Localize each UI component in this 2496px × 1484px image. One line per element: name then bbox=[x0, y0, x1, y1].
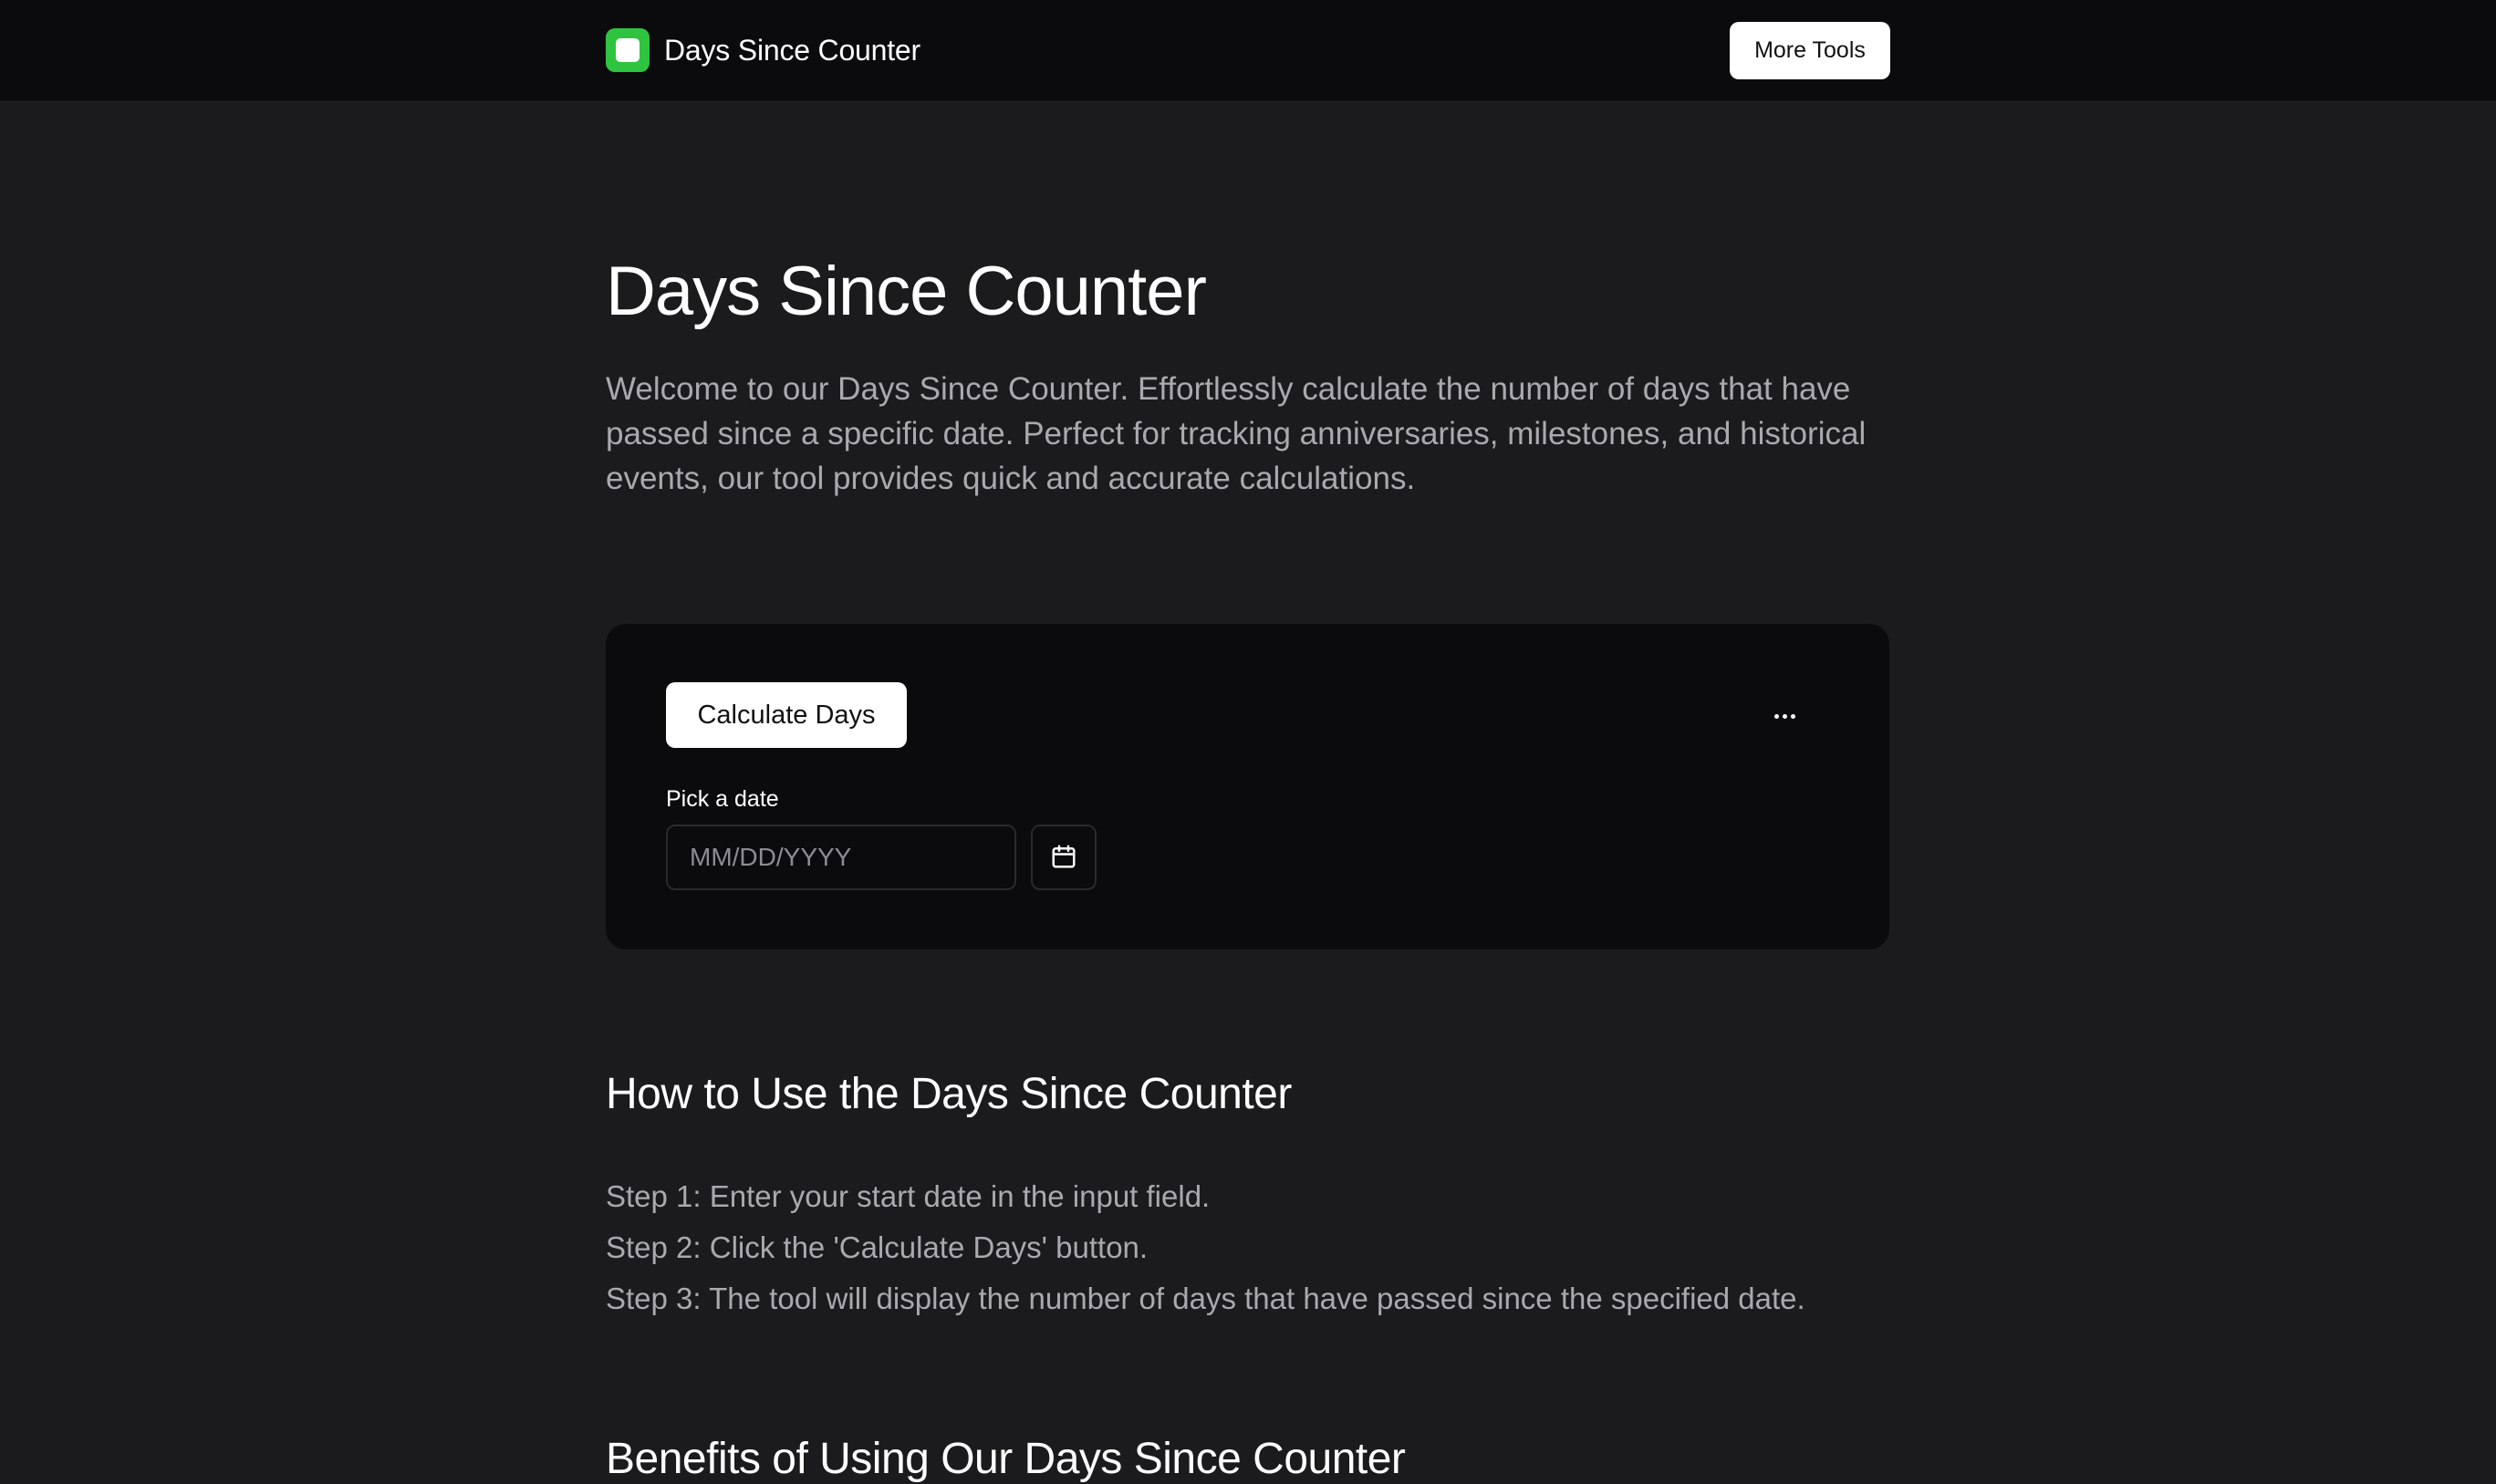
steps-list: Step 1: Enter your start date in the inp… bbox=[606, 1171, 1805, 1324]
calendar-icon bbox=[1050, 843, 1077, 873]
more-tools-button[interactable]: More Tools bbox=[1730, 22, 1890, 79]
list-item: Step 3: The tool will display the number… bbox=[606, 1282, 1805, 1315]
how-to-heading: How to Use the Days Since Counter bbox=[606, 1070, 1292, 1118]
brand-name: Days Since Counter bbox=[664, 33, 920, 67]
top-navbar: Days Since Counter More Tools bbox=[0, 0, 2496, 102]
calculate-days-button[interactable]: Calculate Days bbox=[666, 682, 907, 748]
calculator-card: Calculate Days Pick a date bbox=[606, 624, 1889, 950]
calendar-button[interactable] bbox=[1031, 825, 1097, 890]
app-logo-icon bbox=[606, 28, 650, 72]
brand[interactable]: Days Since Counter bbox=[606, 28, 920, 72]
list-item: Step 2: Click the 'Calculate Days' butto… bbox=[606, 1230, 1149, 1264]
list-item: Step 1: Enter your start date in the inp… bbox=[606, 1179, 1211, 1213]
intro-paragraph: Welcome to our Days Since Counter. Effor… bbox=[606, 371, 1867, 496]
page-title: Days Since Counter bbox=[606, 253, 1207, 330]
date-input[interactable] bbox=[666, 825, 1016, 890]
date-label: Pick a date bbox=[666, 786, 779, 812]
more-horizontal-icon[interactable] bbox=[1763, 694, 1806, 738]
